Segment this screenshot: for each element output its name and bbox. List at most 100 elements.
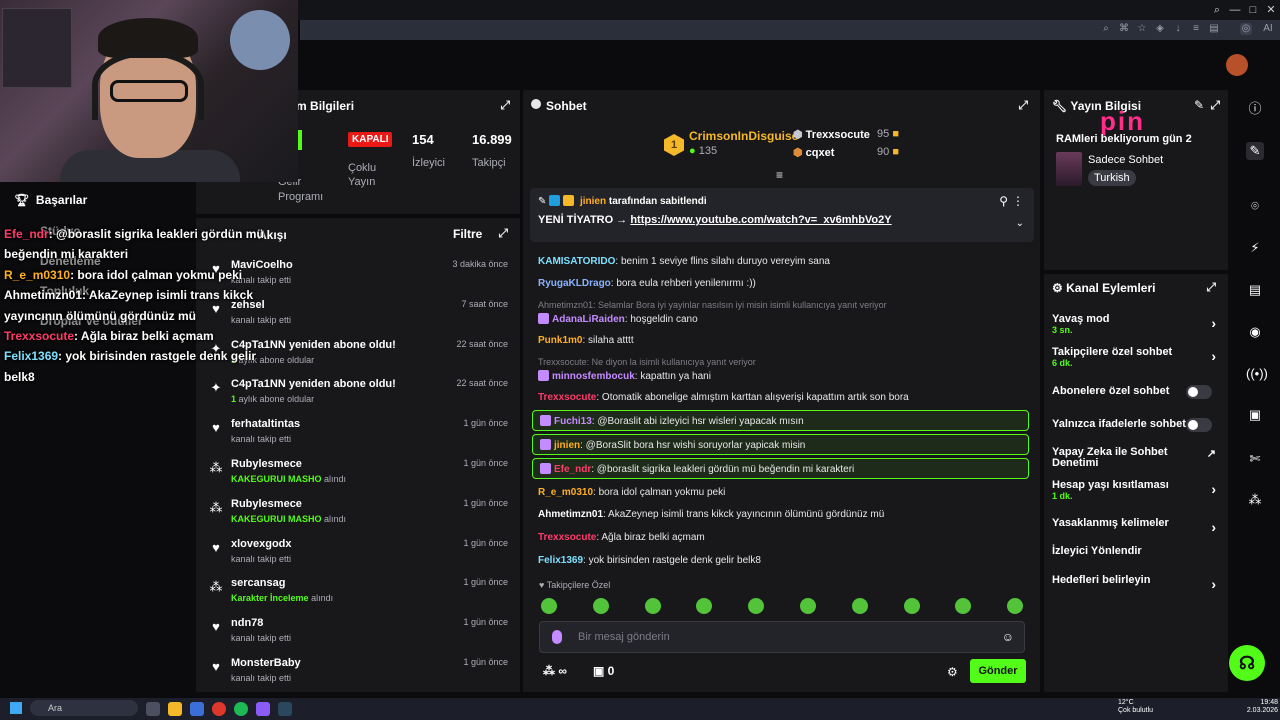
- channel-action-5[interactable]: Hesap yaşı kısıtlaması 1 dk. ›: [1052, 479, 1222, 501]
- chat-message[interactable]: Punk1m0: silaha atttt: [538, 335, 634, 346]
- emote-icon[interactable]: [541, 598, 557, 614]
- microphone-icon[interactable]: [552, 630, 562, 644]
- activity-row[interactable]: ⁂ sercansag Karakter İnceleme alındı 1 gün …: [208, 577, 514, 617]
- channel-action-8[interactable]: Hedefleri belirleyin ›: [1052, 574, 1222, 592]
- opera-icon[interactable]: [212, 702, 226, 716]
- chat-username[interactable]: Efe_ndr: [554, 464, 591, 475]
- category-thumbnail[interactable]: [1056, 152, 1082, 186]
- chat-username[interactable]: RyugaKLDrago: [538, 278, 611, 289]
- external-link-icon[interactable]: ↗: [1207, 447, 1216, 460]
- leader-name[interactable]: CrimsonInDisguise: [689, 129, 798, 143]
- app-icon[interactable]: [190, 702, 204, 716]
- activity-row[interactable]: ♥ MaviCoelho kanalı takip etti 3 dakika önc…: [208, 259, 514, 299]
- windows-start-icon[interactable]: [10, 702, 22, 714]
- toggle-switch[interactable]: [1186, 418, 1212, 432]
- chat-username[interactable]: Felix1369: [538, 555, 583, 566]
- drops[interactable]: ▣ 0: [593, 664, 614, 678]
- activity-row[interactable]: ⁂ Rubylesmece KAKEGURUI MASHO alındı 1 gün …: [208, 498, 514, 538]
- emoji-icon[interactable]: ☺: [1002, 630, 1014, 644]
- chevron-down-icon[interactable]: ⌄: [1016, 218, 1024, 229]
- chat-username[interactable]: R_e_m0310: [538, 487, 593, 498]
- file-explorer-icon[interactable]: [168, 702, 182, 716]
- chat-message[interactable]: KAMISATORIDO: benim 1 seviye flins silah…: [538, 256, 830, 267]
- chat-message[interactable]: minnosfembocuk: kapattın ya hani: [538, 370, 711, 382]
- chat-username[interactable]: KAMISATORIDO: [538, 256, 615, 267]
- emote-icon[interactable]: [592, 598, 609, 614]
- pinned-message[interactable]: ✎ jinien tarafından sabitlendi ⚲ ⋮ YENİ …: [530, 188, 1034, 242]
- chat-username[interactable]: minnosfembocuk: [552, 371, 635, 382]
- channel-action-3[interactable]: Yalnızca ifadelerle sohbet: [1052, 418, 1222, 432]
- category-name[interactable]: Sadece Sohbet: [1088, 154, 1163, 166]
- taskbar-search[interactable]: Ara: [30, 700, 138, 716]
- close-icon[interactable]: ✕: [1264, 3, 1278, 17]
- popout-icon[interactable]: ⤢: [498, 226, 508, 241]
- popout-icon[interactable]: ⤢: [500, 98, 510, 113]
- activity-row[interactable]: ⁂ Rubylesmece KAKEGURUI MASHO alındı 1 gün …: [208, 458, 514, 498]
- chat-username[interactable]: Punk1m0: [538, 335, 582, 346]
- user-avatar[interactable]: [1226, 54, 1248, 76]
- channel-action-2[interactable]: Abonelere özel sohbet: [1052, 385, 1222, 399]
- chat-username[interactable]: Trexxsocute: [538, 392, 596, 403]
- bookmark-icon[interactable]: ☆: [1136, 23, 1148, 35]
- emote-icon[interactable]: [851, 598, 868, 614]
- lightning-icon[interactable]: ⚡︎: [1246, 239, 1264, 257]
- chevron-right-icon[interactable]: ›: [1211, 348, 1216, 364]
- minimize-icon[interactable]: —: [1228, 3, 1242, 17]
- chat-username[interactable]: AdanaLiRaiden: [552, 314, 625, 325]
- chat-input[interactable]: Bir mesaj gönderin ☺: [539, 621, 1025, 653]
- chat-message[interactable]: Felix1369: yok birisinden rastgele denk …: [538, 555, 761, 566]
- chat-message[interactable]: jinien: @BoraSlit bora hsr wishi soruyor…: [540, 439, 805, 451]
- points-icon[interactable]: ⁂: [1246, 491, 1264, 509]
- toggle-switch[interactable]: [1186, 385, 1212, 399]
- chat-message[interactable]: Efe_ndr: @boraslit sigrika leakleri görd…: [540, 463, 854, 475]
- wrench-icon[interactable]: ✄: [1246, 450, 1264, 468]
- chat-settings-icon[interactable]: ⚙: [947, 665, 958, 679]
- chat-username[interactable]: Fuchi13: [554, 416, 592, 427]
- language-tag[interactable]: Turkish: [1088, 170, 1136, 186]
- copilot-icon[interactable]: ◎: [1240, 23, 1252, 35]
- collections-icon[interactable]: ▤: [1208, 23, 1220, 35]
- edit-icon[interactable]: ✎: [1194, 98, 1204, 112]
- activity-row[interactable]: ♥ ndn78 kanalı takip etti 1 gün önce: [208, 617, 514, 657]
- reader-icon[interactable]: ≡: [1190, 23, 1202, 35]
- notes-icon[interactable]: ▤: [1246, 281, 1264, 299]
- chevron-right-icon[interactable]: ›: [1211, 481, 1216, 497]
- chat-message[interactable]: Ahmetimzn01: AkaZeynep isimli trans kikc…: [538, 509, 884, 520]
- broadcast-icon[interactable]: ((•)): [1246, 365, 1268, 383]
- chat-username[interactable]: Ahmetimzn01: [538, 509, 603, 520]
- unpin-icon[interactable]: ⚲: [999, 194, 1008, 208]
- chevron-right-icon[interactable]: ›: [1211, 519, 1216, 535]
- expand-leaderboard-icon[interactable]: ≡: [776, 168, 783, 182]
- emote-icon[interactable]: [800, 598, 816, 614]
- popout-icon[interactable]: ⤢: [1206, 280, 1216, 295]
- chat-username[interactable]: jinien: [554, 440, 580, 451]
- ai-icon[interactable]: AI: [1258, 23, 1278, 35]
- support-chat-icon[interactable]: ☊: [1229, 645, 1265, 681]
- info-icon[interactable]: ⓘ: [1246, 100, 1264, 118]
- steam-icon[interactable]: [278, 702, 292, 716]
- chat-message[interactable]: Fuchi13: @Boraslit abi izleyici hsr wisl…: [540, 415, 804, 427]
- leader-2[interactable]: ⬢ Trexxsocute: [793, 128, 870, 141]
- channel-action-1[interactable]: Takipçilere özel sohbet 6 dk. ›: [1052, 346, 1222, 368]
- spotify-icon[interactable]: [234, 702, 248, 716]
- pencil-icon[interactable]: ✎: [1246, 142, 1264, 160]
- channel-action-0[interactable]: Yavaş mod 3 sn. ›: [1052, 313, 1222, 335]
- extension-icon[interactable]: ◈: [1154, 23, 1166, 35]
- pinned-link[interactable]: https://www.youtube.com/watch?v=_xv6mhbV…: [630, 214, 891, 226]
- robot-icon[interactable]: ⌾: [1246, 197, 1264, 215]
- filter-button[interactable]: Filtre: [453, 227, 482, 241]
- chat-message[interactable]: Trexxsocute: Ağla biraz belki açmam: [538, 532, 705, 543]
- chat-message[interactable]: AdanaLiRaiden: hoşgeldin cano: [538, 313, 698, 325]
- search-icon[interactable]: ⌕: [1210, 3, 1224, 17]
- translate-icon[interactable]: ⌘: [1118, 23, 1130, 35]
- emote-icon[interactable]: [644, 598, 661, 614]
- chat-message[interactable]: RyugaKLDrago: bora eula rehberi yenilenı…: [538, 278, 756, 289]
- clock[interactable]: 19:48 2.03.2026: [1242, 699, 1278, 715]
- chevron-right-icon[interactable]: ›: [1211, 315, 1216, 331]
- nav-achievements[interactable]: 🏆︎ Başarılar: [14, 193, 87, 207]
- channel-action-6[interactable]: Yasaklanmış kelimeler ›: [1052, 517, 1222, 535]
- popout-icon[interactable]: ⤢: [1210, 98, 1220, 113]
- address-bar[interactable]: [300, 20, 1280, 40]
- chat-username[interactable]: Trexxsocute: [538, 532, 596, 543]
- task-view-icon[interactable]: [146, 702, 160, 716]
